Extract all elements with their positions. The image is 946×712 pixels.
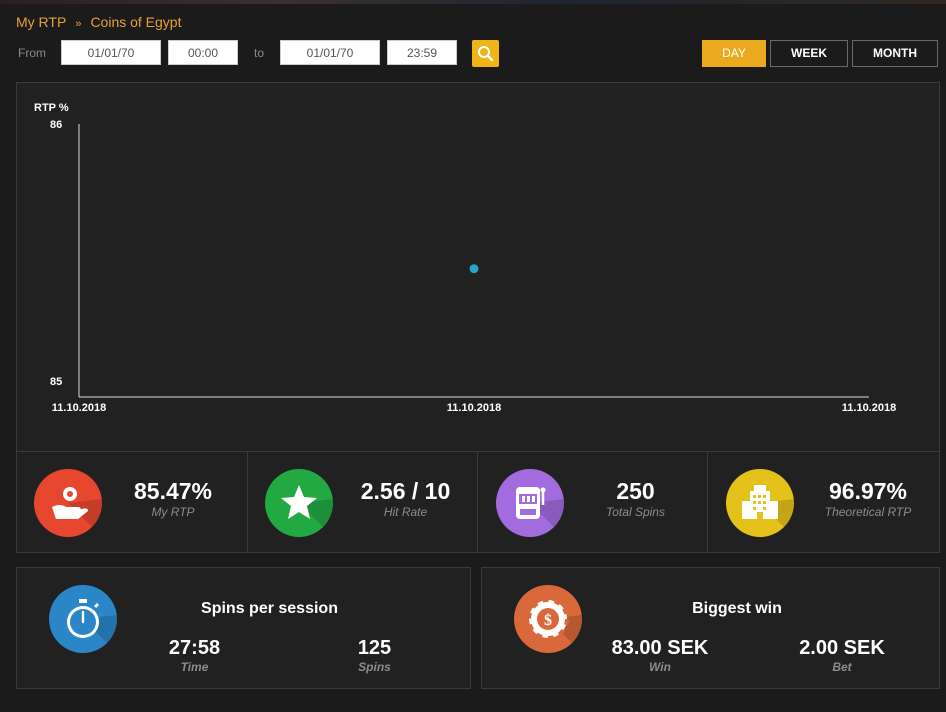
from-time-input[interactable]: 00:00: [168, 40, 238, 65]
session-spins-label: Spins: [358, 660, 391, 674]
casino-chip-icon: $: [514, 585, 582, 653]
hit-rate-value: 2.56 / 10: [360, 478, 451, 504]
svg-text:$: $: [544, 612, 552, 629]
data-point[interactable]: [469, 264, 479, 274]
stat-hit-rate: 2.56 / 10 Hit Rate: [247, 452, 478, 552]
biggest-win-panel: $ Biggest win 83.00 SEK Win 2.00 SEK Bet: [481, 567, 940, 689]
y-axis-label: RTP %: [34, 102, 69, 114]
biggest-win-title: Biggest win: [692, 600, 782, 617]
theoretical-rtp-label: Theoretical RTP: [824, 505, 912, 519]
stats-row: 85.47% My RTP 2.56 / 10 Hit Rate 250 Tot…: [16, 451, 940, 553]
x-tick-label: 11.10.2018: [842, 402, 896, 414]
y-tick-label: 86: [50, 119, 62, 131]
from-label: From: [18, 46, 46, 60]
theoretical-rtp-value: 96.97%: [828, 478, 907, 504]
session-time-label: Time: [180, 660, 209, 674]
biggest-win-value: 83.00 SEK: [611, 637, 709, 659]
star-icon: [265, 469, 333, 537]
my-rtp-value: 85.47%: [133, 478, 212, 504]
rtp-chart: RTP % 86 85 11.10.2018 11.10.2018 11.10.201…: [34, 102, 896, 414]
spins-per-session-panel: Spins per session 27:58 Time 125 Spins: [16, 567, 471, 689]
rtp-chart-panel: RTP % 86 85 11.10.2018 11.10.2018 11.10.201…: [16, 82, 940, 452]
breadcrumb: My RTP » Coins of Egypt: [16, 14, 182, 30]
session-time-value: 27:58: [168, 637, 221, 659]
tab-week[interactable]: WEEK: [770, 40, 848, 67]
biggest-win-label: Win: [649, 660, 671, 674]
y-tick-label: 85: [50, 376, 62, 388]
to-time-input[interactable]: 23:59: [387, 40, 457, 65]
casino-building-icon: [726, 469, 794, 537]
breadcrumb-current: Coins of Egypt: [90, 14, 182, 30]
total-spins-value: 250: [616, 478, 655, 504]
biggest-bet-label: Bet: [832, 660, 852, 674]
to-date-input[interactable]: 01/01/70: [280, 40, 380, 65]
to-label: to: [254, 46, 265, 60]
stat-theoretical-rtp: 96.97% Theoretical RTP: [707, 452, 940, 552]
total-spins-label: Total Spins: [606, 505, 665, 519]
session-spins-value: 125: [357, 637, 392, 659]
x-tick-label: 11.10.2018: [447, 402, 501, 414]
hand-coin-icon: [34, 469, 102, 537]
stopwatch-icon: [49, 585, 117, 653]
session-title: Spins per session: [201, 600, 338, 617]
search-icon: [478, 46, 494, 62]
tab-day[interactable]: DAY: [702, 40, 766, 67]
hit-rate-label: Hit Rate: [383, 505, 428, 519]
slot-machine-icon: [496, 469, 564, 537]
my-rtp-label: My RTP: [151, 505, 195, 519]
breadcrumb-parent-link[interactable]: My RTP: [16, 14, 66, 30]
x-tick-label: 11.10.2018: [52, 402, 106, 414]
search-button[interactable]: [472, 40, 499, 67]
stat-total-spins: 250 Total Spins: [477, 452, 708, 552]
biggest-bet-value: 2.00 SEK: [799, 637, 885, 659]
top-banner-strip: [0, 0, 946, 4]
stat-my-rtp: 85.47% My RTP: [17, 452, 247, 552]
breadcrumb-separator: »: [75, 18, 82, 30]
from-date-input[interactable]: 01/01/70: [61, 40, 161, 65]
tab-month[interactable]: MONTH: [852, 40, 938, 67]
